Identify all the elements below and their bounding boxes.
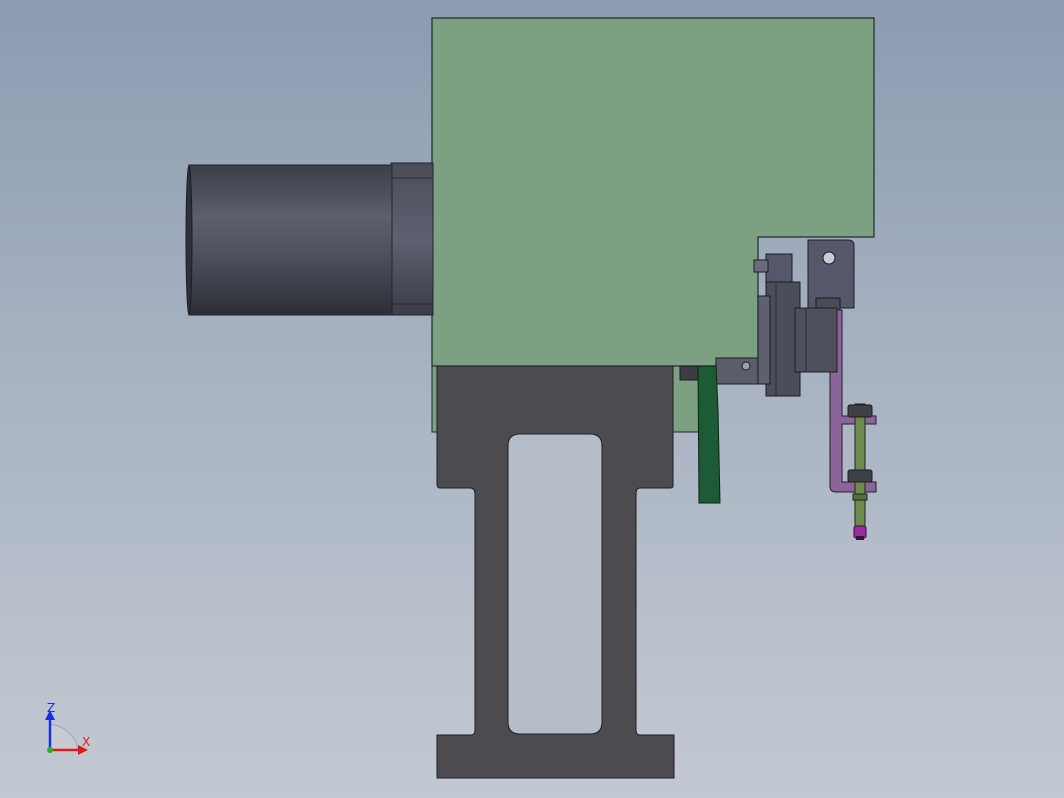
z-axis-label: Z [47, 701, 55, 715]
rod-nut-top [847, 404, 873, 418]
motor-flange [390, 162, 434, 316]
probe-rod [854, 403, 866, 529]
rod-nut-bottom [847, 469, 873, 483]
triad-origin [47, 747, 53, 753]
probe-tip-end [856, 536, 864, 540]
connector-hole [741, 361, 751, 371]
clamp-side-plate [757, 295, 771, 385]
x-axis-label: X [82, 735, 90, 749]
small-dark-block [679, 365, 699, 381]
cad-viewport[interactable]: Z X [0, 0, 1064, 798]
triad-view-plane [49, 723, 79, 751]
rod-collar [852, 493, 868, 501]
base-slot-cutout [507, 433, 603, 735]
connector-block [715, 357, 761, 385]
axis-triad: Z X [45, 701, 90, 755]
green-cable-plate [697, 365, 721, 504]
motor-body [188, 164, 393, 316]
bracket-clamp-block [794, 307, 838, 373]
cad-model-scene[interactable]: Z X [0, 0, 1064, 798]
clamp-upper-block [765, 253, 793, 285]
hinge-hole [822, 251, 836, 265]
motor-end-cap [185, 164, 193, 316]
clamp-top-tab [753, 259, 769, 273]
